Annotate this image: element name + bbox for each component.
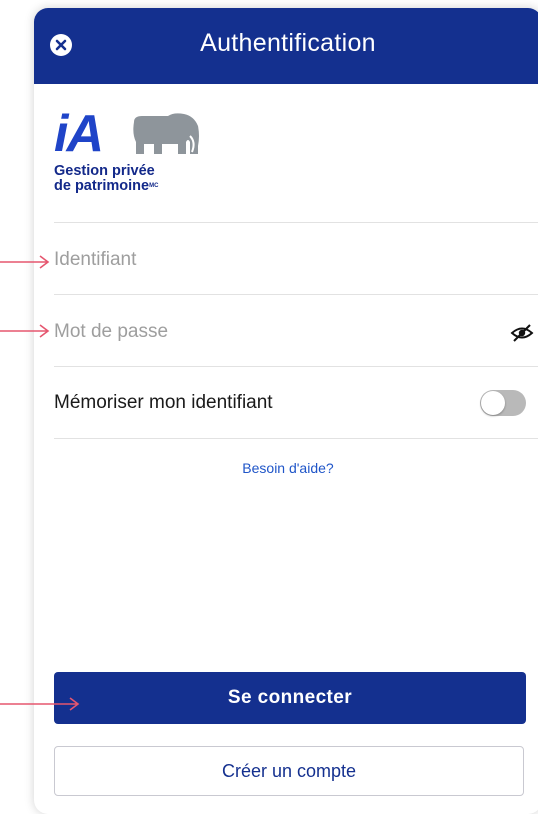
logo-tagline-line2-text: de patrimoine (54, 178, 150, 194)
create-account-button[interactable]: Créer un compte (54, 746, 524, 796)
ia-logo: iA Gestion privée de patrimoineMC (54, 106, 214, 206)
logo-brand-text: iA (54, 105, 104, 163)
page-title: Authentification (200, 29, 376, 57)
toggle-knob (481, 391, 505, 415)
help-link[interactable]: Besoin d'aide? (34, 460, 538, 476)
divider (54, 366, 538, 367)
elephant-logo-icon (133, 113, 199, 154)
logo-tagline-line1: Gestion privée (54, 163, 155, 179)
remember-username-label: Mémoriser mon identifiant (54, 392, 273, 413)
login-button[interactable]: Se connecter (54, 672, 526, 724)
divider (54, 438, 538, 439)
logo-tagline-line2: de patrimoineMC (54, 178, 158, 194)
eye-off-icon[interactable] (510, 321, 534, 345)
remember-username-toggle[interactable] (480, 390, 526, 416)
annotation-arrow-icon (0, 697, 80, 711)
mobile-screen: Authentification iA Gestion privée de pa… (34, 8, 538, 814)
username-input[interactable] (54, 238, 524, 282)
trademark-mark: MC (149, 183, 159, 189)
divider (54, 294, 538, 295)
divider (54, 222, 538, 223)
password-input[interactable] (54, 310, 524, 354)
annotation-arrow-icon (0, 255, 50, 269)
app-header: Authentification (34, 8, 538, 84)
annotation-arrow-icon (0, 324, 50, 338)
